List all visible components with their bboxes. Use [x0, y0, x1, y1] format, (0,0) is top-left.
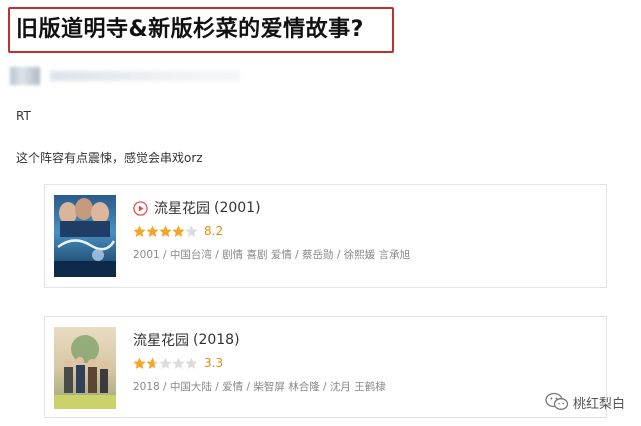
star-icon — [159, 357, 172, 369]
post-title: 旧版道明寺&新版杉菜的爱情故事? — [16, 17, 364, 42]
movie-card-2001[interactable]: 流星花园 (2001) 8.2 2001 / 中国台湾 / 剧情 喜剧 爱情 /… — [44, 184, 607, 288]
movie-card-2018[interactable]: 流星花园 (2018) 3.3 2018 / 中国大陆 / 爱情 / 柴智屏 林… — [44, 316, 607, 418]
rating-score: 8.2 — [204, 224, 224, 238]
poster-2001-image — [54, 195, 116, 277]
poster-2018[interactable] — [54, 327, 116, 409]
movie-meta: 2018 / 中国大陆 / 爱情 / 柴智屏 林合隆 / 沈月 王鹤棣 — [133, 381, 386, 393]
rating-stars — [133, 357, 198, 370]
star-icon — [172, 357, 185, 369]
movie-title[interactable]: 流星花园 — [154, 198, 210, 218]
avatar[interactable] — [10, 67, 40, 85]
star-icon — [185, 225, 198, 237]
star-icon — [133, 225, 146, 237]
author-row — [10, 67, 250, 85]
star-icon — [146, 357, 159, 369]
star-icon — [146, 225, 159, 237]
poster-2001[interactable] — [54, 195, 116, 277]
star-icon — [159, 225, 172, 237]
poster-2018-image — [54, 327, 116, 409]
author-name-blurred — [50, 71, 240, 81]
rating-score: 3.3 — [204, 356, 224, 370]
star-icon — [185, 357, 198, 369]
wechat-icon — [545, 392, 569, 410]
star-icon — [133, 357, 146, 369]
movie-year: (2018) — [193, 332, 240, 348]
movie-title[interactable]: 流星花园 — [133, 330, 189, 350]
movie-meta: 2001 / 中国台湾 / 剧情 喜剧 爱情 / 蔡岳勋 / 徐熙媛 言承旭 — [133, 249, 411, 261]
watermark-text: 桃红梨白 — [572, 396, 625, 412]
rating-stars — [133, 225, 198, 238]
star-icon — [172, 225, 185, 237]
post-body-line-1: RT — [16, 109, 31, 123]
play-circle-icon[interactable] — [133, 200, 148, 216]
movie-year: (2001) — [214, 200, 261, 216]
post-body-line-2: 这个阵容有点震悚，感觉会串戏orz — [16, 151, 203, 165]
watermark: 桃红梨白 — [545, 392, 625, 412]
